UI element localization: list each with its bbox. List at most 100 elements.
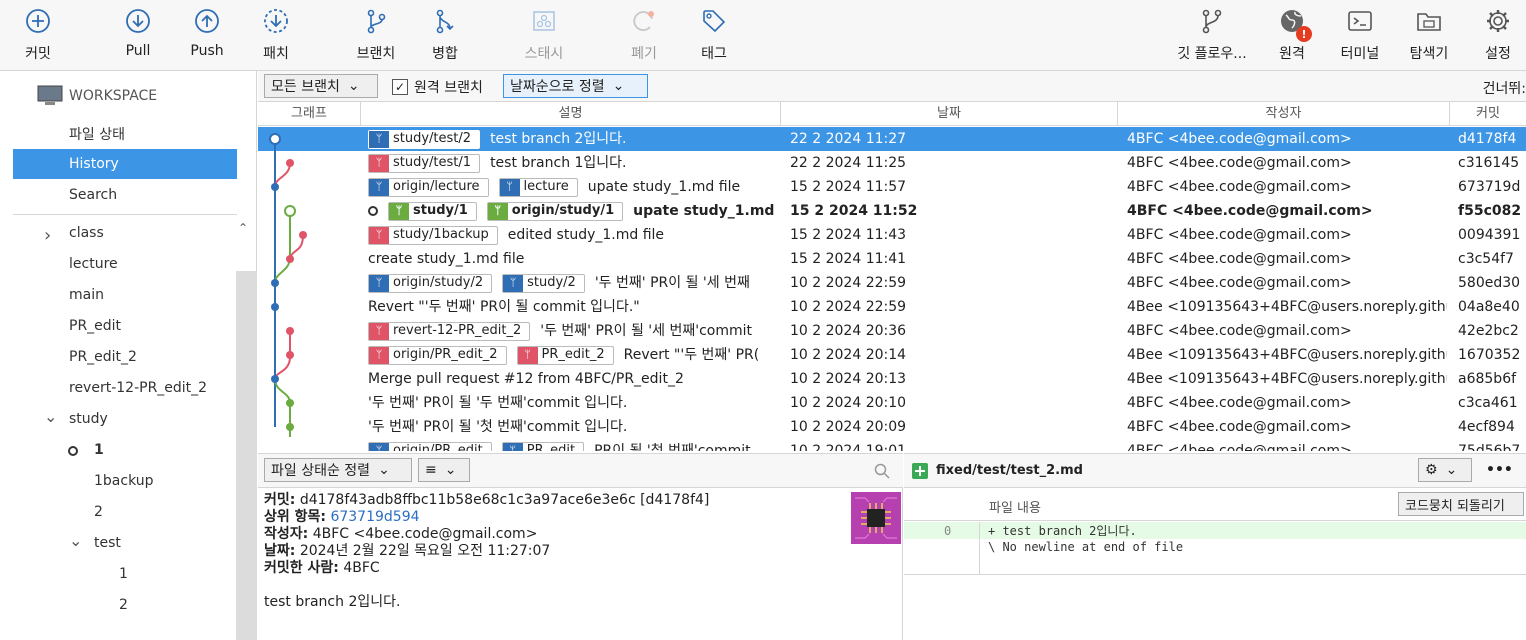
sidebar-item-branch[interactable]: 1backup bbox=[94, 473, 154, 489]
branch-tag[interactable]: ᛘ origin/lecture bbox=[368, 177, 489, 197]
branch-tag[interactable]: ᛘ revert-12-PR_edit_2 bbox=[368, 321, 531, 341]
commit-description: Merge pull request #12 from 4BFC/PR_edit… bbox=[368, 367, 776, 391]
commit-details: 커밋: d4178f43adb8ffbc11b58e68c1c3a97ace6e… bbox=[264, 492, 709, 611]
commit-message: '두 번째' PR이 될 '세 번째'commit bbox=[540, 323, 752, 339]
chevron-down-icon[interactable]: ⌄ bbox=[69, 531, 82, 550]
graph-node[interactable] bbox=[271, 183, 279, 191]
settings-label: 설정 bbox=[1485, 46, 1511, 62]
graph-node[interactable] bbox=[286, 399, 294, 407]
revert-hunk-button[interactable]: 코드뭉치 되돌리기 bbox=[1398, 492, 1524, 516]
sidebar-item-file-status[interactable]: 파일 상태 bbox=[69, 124, 125, 144]
sidebar-item-history[interactable]: History bbox=[69, 156, 119, 172]
branch-tag[interactable]: ᛘ origin/study/2 bbox=[368, 273, 493, 293]
branch-tag[interactable]: ᛘ origin/study/1 bbox=[486, 201, 624, 221]
commit-row[interactable]: Merge pull request #12 from 4BFC/PR_edit… bbox=[258, 367, 1526, 391]
sidebar-item-branch[interactable]: 2 bbox=[94, 504, 103, 520]
sort-order-dropdown[interactable]: 날짜순으로 정렬 ⌄ bbox=[503, 74, 648, 98]
branch-tag[interactable]: ᛘ study/test/1 bbox=[368, 153, 481, 173]
sidebar-item-branch[interactable]: revert-12-PR_edit_2 bbox=[69, 380, 207, 396]
commit-row[interactable]: Revert "'두 번째' PR이 될 commit 입니다." 10 2 20… bbox=[258, 295, 1526, 319]
more-options-icon[interactable]: ••• bbox=[1486, 462, 1513, 478]
chevron-right-icon[interactable]: › bbox=[44, 225, 51, 246]
tag-button[interactable]: 태그 bbox=[674, 6, 754, 63]
branch-tag[interactable]: ᛘ lecture bbox=[498, 177, 578, 197]
chevron-down-icon[interactable]: ⌄ bbox=[44, 407, 57, 426]
commit-row[interactable]: ᛘ revert-12-PR_edit_2 '두 번째' PR이 될 '세 번째'c… bbox=[258, 319, 1526, 343]
column-description[interactable]: 설명 bbox=[361, 102, 781, 126]
graph-node[interactable] bbox=[271, 303, 279, 311]
search-icon[interactable] bbox=[874, 463, 890, 479]
branch-tag[interactable]: ᛘ origin/PR_edit bbox=[368, 441, 492, 451]
graph-node[interactable] bbox=[286, 351, 294, 359]
graph-node[interactable] bbox=[271, 375, 279, 383]
sidebar-item-branch[interactable]: study bbox=[69, 411, 108, 427]
sidebar-scrollbar[interactable] bbox=[236, 271, 257, 640]
graph-node[interactable] bbox=[269, 133, 281, 145]
push-button[interactable]: Push bbox=[167, 6, 247, 59]
diff-options-dropdown[interactable]: ⚙ ⌄ bbox=[1418, 458, 1472, 482]
branch-tag[interactable]: ᛘ study/1 bbox=[388, 201, 477, 221]
commit-row[interactable]: '두 번째' PR이 될 '첫 번째'commit 입니다. 10 2 2024 … bbox=[258, 415, 1526, 439]
graph-node[interactable] bbox=[286, 327, 294, 335]
branch-tag[interactable]: ᛘ study/2 bbox=[502, 273, 585, 293]
view-mode-dropdown[interactable]: ≡ ⌄ bbox=[418, 458, 470, 482]
settings-button[interactable]: 설정 bbox=[1458, 6, 1526, 63]
graph-node[interactable] bbox=[271, 279, 279, 287]
gitflow-button[interactable]: 깃 플로우... bbox=[1172, 6, 1252, 63]
parent-hash-link[interactable]: 673719d594 bbox=[330, 509, 419, 525]
sidebar-item-branch[interactable]: 1 bbox=[94, 442, 104, 458]
commit-row[interactable]: ᛘ origin/PR_edit ᛘ PR_edit PR이 될 '첫 번째'commi… bbox=[258, 439, 1526, 451]
graph-node[interactable] bbox=[286, 255, 294, 263]
graph-node[interactable] bbox=[299, 231, 307, 239]
file-sort-dropdown[interactable]: 파일 상태순 정렬 ⌄ bbox=[264, 458, 412, 482]
explorer-button[interactable]: 탐색기 bbox=[1389, 6, 1469, 63]
sidebar-item-branch[interactable]: PR_edit_2 bbox=[69, 349, 137, 365]
column-date[interactable]: 날짜 bbox=[781, 102, 1118, 126]
branch-filter-dropdown[interactable]: 모든 브랜치 ⌄ bbox=[264, 74, 378, 98]
sidebar-item-search[interactable]: Search bbox=[69, 187, 117, 203]
branch-tag[interactable]: ᛘ PR_edit_2 bbox=[516, 345, 614, 365]
commit-hash: f55c082 bbox=[1458, 203, 1522, 219]
sidebar-item-branch[interactable]: 1 bbox=[119, 566, 128, 582]
column-commit[interactable]: 커밋 bbox=[1450, 102, 1526, 126]
commit-row[interactable]: ᛘ origin/study/2 ᛘ study/2 '두 번째' PR이 될 '세 번… bbox=[258, 271, 1526, 295]
commit-row[interactable]: '두 번째' PR이 될 '두 번째'commit 입니다. 10 2 2024 … bbox=[258, 391, 1526, 415]
commit-row[interactable]: create study_1.md file 15 2 2024 11:41 4BF… bbox=[258, 247, 1526, 271]
head-marker-icon bbox=[368, 206, 378, 216]
branch-tag[interactable]: ᛘ origin/PR_edit_2 bbox=[368, 345, 507, 365]
branch-tag[interactable]: ᛘ PR_edit bbox=[501, 441, 585, 451]
commit-row[interactable]: ᛘ origin/PR_edit_2 ᛘ PR_edit_2 Revert "'두 번째… bbox=[258, 343, 1526, 367]
graph-node[interactable] bbox=[286, 423, 294, 431]
merge-button[interactable]: 병합 bbox=[405, 6, 485, 63]
sidebar-item-branch[interactable]: main bbox=[69, 287, 104, 303]
scroll-up-icon[interactable]: ⌃ bbox=[238, 221, 248, 235]
commit-row[interactable]: ᛘ study/test/1 test branch 1입니다. 22 2 2024 … bbox=[258, 151, 1526, 175]
sidebar-item-branch[interactable]: class bbox=[69, 225, 104, 241]
commit-row[interactable]: ᛘ study/test/2 test branch 2입니다. 22 2 2024 … bbox=[258, 127, 1526, 151]
graph-node[interactable] bbox=[284, 205, 296, 217]
stash-button[interactable]: 스태시 bbox=[504, 6, 584, 63]
sidebar-item-branch[interactable]: lecture bbox=[69, 256, 118, 272]
sidebar-item-branch[interactable]: test bbox=[94, 535, 121, 551]
branch-tag[interactable]: ᛘ study/1backup bbox=[368, 225, 498, 245]
commit-row[interactable]: ᛘ study/1 ᛘ origin/study/1 upate study_1.md … bbox=[258, 199, 1526, 223]
sidebar-item-branch[interactable]: PR_edit bbox=[69, 318, 121, 334]
remote-branches-checkbox[interactable]: ✓ 원격 브랜치 bbox=[392, 77, 483, 97]
terminal-button[interactable]: 터미널 bbox=[1320, 6, 1400, 63]
commit-author: 4Bee <109135643+4BFC@users.noreply.githu… bbox=[1127, 347, 1447, 363]
branch-button[interactable]: 브랜치 bbox=[336, 6, 416, 63]
commit-description: ᛘ revert-12-PR_edit_2 '두 번째' PR이 될 '세 번째'c… bbox=[368, 319, 776, 343]
fetch-button[interactable]: 패치 bbox=[236, 6, 316, 63]
pull-button[interactable]: Pull bbox=[98, 6, 178, 59]
sidebar-item-branch[interactable]: 2 bbox=[119, 597, 128, 613]
branch-tag-label: origin/lecture bbox=[393, 179, 480, 194]
graph-node[interactable] bbox=[286, 159, 294, 167]
commit-button[interactable]: 커밋 bbox=[0, 6, 78, 63]
column-author[interactable]: 작성자 bbox=[1118, 102, 1450, 126]
branch-tag[interactable]: ᛘ study/test/2 bbox=[368, 129, 481, 149]
column-graph[interactable]: 그래프 bbox=[258, 102, 361, 126]
discard-button[interactable]: 폐기 bbox=[604, 6, 684, 63]
commit-row[interactable]: ᛘ study/1backup edited study_1.md file 15 2… bbox=[258, 223, 1526, 247]
commit-hash: 75d56b7 bbox=[1458, 443, 1521, 451]
commit-row[interactable]: ᛘ origin/lecture ᛘ lecture upate study_1.md … bbox=[258, 175, 1526, 199]
